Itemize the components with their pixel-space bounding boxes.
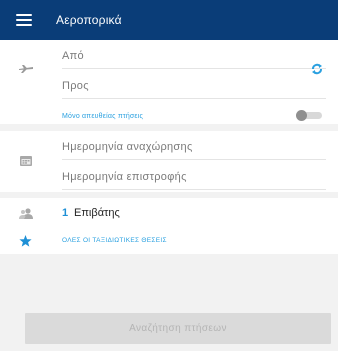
- departure-date-field[interactable]: Ημερομηνία αναχώρησης: [62, 141, 193, 153]
- departure-underline: [62, 159, 326, 160]
- origin-field[interactable]: Από: [62, 50, 84, 62]
- app-bar-title: Αεροπορικά: [56, 13, 122, 27]
- destination-field[interactable]: Προς: [62, 80, 89, 92]
- passenger-count[interactable]: 1: [62, 207, 68, 219]
- person-icon: [19, 208, 33, 219]
- return-underline: [62, 189, 326, 190]
- star-icon: [19, 235, 32, 247]
- passengers-card: [0, 198, 338, 254]
- menu-icon[interactable]: [16, 14, 32, 26]
- search-flights-button[interactable]: Αναζήτηση πτήσεων: [25, 313, 331, 344]
- route-card: [0, 40, 338, 124]
- app-bar: Αεροπορικά: [0, 0, 338, 40]
- direct-flights-label: Μόνο απευθείας πτήσεις: [62, 113, 144, 120]
- direct-flights-toggle[interactable]: [296, 110, 324, 121]
- origin-underline: [62, 68, 326, 69]
- search-flights-label: Αναζήτηση πτήσεων: [129, 323, 227, 334]
- passenger-label[interactable]: Επιβάτης: [74, 207, 120, 219]
- all-travel-seats-link[interactable]: ΟΛΕΣ ΟΙ ΤΑΞΙΔΙΩΤΙΚΕΣ ΘΕΣΕΙΣ: [62, 237, 167, 244]
- destination-underline: [62, 98, 326, 99]
- toggle-knob: [296, 110, 307, 121]
- calendar-icon: [20, 156, 32, 166]
- plane-icon: [19, 65, 33, 73]
- return-date-field[interactable]: Ημερομηνία επιστροφής: [62, 171, 187, 183]
- swap-arrows-icon[interactable]: [311, 63, 323, 75]
